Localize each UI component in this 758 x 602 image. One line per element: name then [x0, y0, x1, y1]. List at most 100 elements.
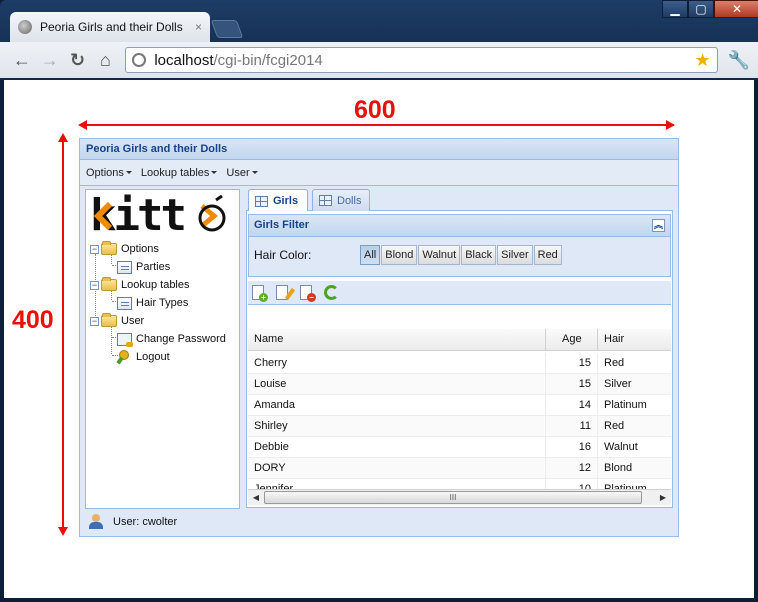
grid-form-icon — [117, 260, 132, 274]
address-bar[interactable]: localhost/cgi-bin/fcgi2014 ★ — [125, 47, 718, 73]
filter-blond-button[interactable]: Blond — [381, 245, 418, 265]
scroll-thumb[interactable]: III — [264, 491, 642, 504]
tab-close-icon[interactable]: × — [195, 20, 202, 34]
close-window-icon[interactable]: ✕ — [714, 0, 758, 18]
cell-hair: Walnut — [604, 441, 638, 453]
tab-girls-label: Girls — [273, 195, 299, 207]
menu-user[interactable]: User — [226, 167, 258, 179]
tab-girls[interactable]: Girls — [248, 189, 308, 212]
collapse-up-icon[interactable]: ︽ — [652, 219, 665, 232]
tab-dolls[interactable]: Dolls — [312, 189, 370, 211]
url-path: /cgi-bin/fcgi2014 — [213, 51, 323, 69]
column-header-age[interactable]: Age — [546, 329, 598, 350]
height-arrow-down-head — [58, 527, 68, 536]
new-tab-button[interactable] — [210, 20, 244, 38]
key-icon — [117, 332, 133, 347]
table-row[interactable]: Debbie 16 Walnut — [248, 437, 671, 458]
scroll-track[interactable]: III — [264, 491, 655, 504]
horizontal-scrollbar[interactable]: ◀ III ▶ — [248, 489, 671, 505]
tree-node-lookup-tables[interactable]: − Lookup tables — [90, 276, 226, 294]
cell-name: DORY — [248, 458, 546, 478]
minimize-icon[interactable]: ▁ — [662, 0, 688, 18]
column-header-hair[interactable]: Hair — [598, 329, 671, 350]
back-arrow-icon[interactable]: ← — [8, 48, 36, 72]
tree-node-user[interactable]: − User — [90, 312, 226, 330]
tree-label-options: Options — [121, 243, 159, 255]
table-row[interactable]: Shirley 11 Red — [248, 416, 671, 437]
edit-record-button[interactable] — [276, 284, 292, 301]
scroll-left-icon[interactable]: ◀ — [248, 491, 264, 505]
width-arrow-left-head — [78, 120, 87, 130]
caret-down-icon — [211, 171, 218, 174]
refresh-button[interactable] — [324, 284, 340, 301]
logout-key-icon — [117, 349, 132, 365]
height-annotation: 400 — [12, 306, 54, 334]
width-arrow-right-head — [666, 120, 675, 130]
filter-all-button[interactable]: All — [360, 245, 381, 265]
navigation-panel: kitt − Options Parties − Lookup tables H… — [85, 189, 240, 509]
tab-title: Peoria Girls and their Dolls — [40, 20, 183, 34]
tree-node-parties[interactable]: Parties — [90, 258, 226, 276]
bookmark-star-icon[interactable]: ★ — [694, 50, 710, 71]
height-arrow — [62, 140, 64, 530]
kitto-logo: kitt — [90, 192, 226, 236]
status-user-text: User: cwolter — [113, 515, 178, 528]
menu-options[interactable]: Options — [86, 167, 132, 179]
grid-toolbar — [248, 281, 671, 305]
globe-icon — [132, 53, 147, 67]
folder-icon — [101, 277, 117, 291]
delete-document-icon — [300, 284, 316, 302]
collapse-icon[interactable]: − — [90, 316, 99, 326]
add-record-button[interactable] — [252, 284, 268, 302]
girls-tab-body: Girls Filter ︽ Hair Color: All Blond Wal… — [246, 211, 673, 508]
home-icon[interactable]: ⌂ — [91, 48, 119, 72]
tree-node-hair-types[interactable]: Hair Types — [90, 294, 226, 312]
add-document-icon — [252, 284, 268, 302]
tree-node-options[interactable]: − Options — [90, 240, 226, 258]
filter-title: Girls Filter — [254, 219, 310, 231]
table-row[interactable]: Louise 15 Silver — [248, 374, 671, 395]
column-header-name[interactable]: Name — [248, 329, 546, 350]
cell-hair: Silver — [604, 378, 632, 390]
filter-red-button[interactable]: Red — [533, 245, 562, 265]
menubar: Options Lookup tables User — [80, 160, 678, 186]
table-row[interactable]: DORY 12 Blond — [248, 458, 671, 479]
menu-lookup-tables[interactable]: Lookup tables — [141, 167, 218, 179]
tree-node-logout[interactable]: Logout — [90, 348, 226, 366]
grid-form-icon — [117, 296, 132, 310]
reload-icon[interactable]: ↻ — [64, 48, 92, 72]
status-bar: User: cwolter — [85, 511, 673, 532]
cell-name: Louise — [248, 374, 546, 394]
delete-record-button[interactable] — [300, 284, 316, 302]
browser-tab[interactable]: Peoria Girls and their Dolls × — [10, 12, 210, 42]
grid-rows: Cherry 15 Red Louise 15 Silver Amanda 14… — [248, 353, 671, 500]
tree-label-logout: Logout — [136, 351, 170, 363]
cell-age: 15 — [546, 374, 598, 394]
filter-black-button[interactable]: Black — [461, 245, 497, 265]
filter-walnut-button[interactable]: Walnut — [418, 245, 461, 265]
scroll-right-icon[interactable]: ▶ — [655, 491, 671, 505]
collapse-icon[interactable]: − — [90, 280, 99, 290]
maximize-icon[interactable]: ▢ — [688, 0, 714, 18]
caret-down-icon — [125, 171, 132, 174]
table-row[interactable]: Cherry 15 Red — [248, 353, 671, 374]
cell-hair: Red — [604, 420, 625, 432]
page-favicon-icon — [18, 20, 32, 34]
window-controls: ▁ ▢ ✕ — [662, 0, 758, 18]
wrench-icon[interactable]: 🔧 — [728, 50, 750, 71]
menu-lookup-tables-label: Lookup tables — [140, 166, 210, 179]
table-row[interactable]: Amanda 14 Platinum — [248, 395, 671, 416]
girls-filter-panel: Girls Filter ︽ Hair Color: All Blond Wal… — [248, 214, 671, 277]
tree-node-change-password[interactable]: Change Password — [90, 330, 226, 348]
forward-arrow-icon[interactable]: → — [36, 48, 64, 72]
cell-age: 14 — [546, 395, 598, 415]
tree-label-user: User — [121, 315, 145, 327]
height-arrow-up-head — [58, 133, 68, 142]
browser-toolbar: ← → ↻ ⌂ localhost/cgi-bin/fcgi2014 ★ 🔧 — [0, 42, 758, 78]
grid-icon — [255, 195, 268, 207]
cell-hair: Blond — [604, 462, 633, 474]
filter-silver-button[interactable]: Silver — [497, 245, 533, 265]
collapse-icon[interactable]: − — [90, 244, 99, 254]
tab-dolls-label: Dolls — [337, 194, 362, 207]
center-panel: Girls Dolls Girls Filter ︽ Hair Color: A… — [246, 187, 673, 509]
